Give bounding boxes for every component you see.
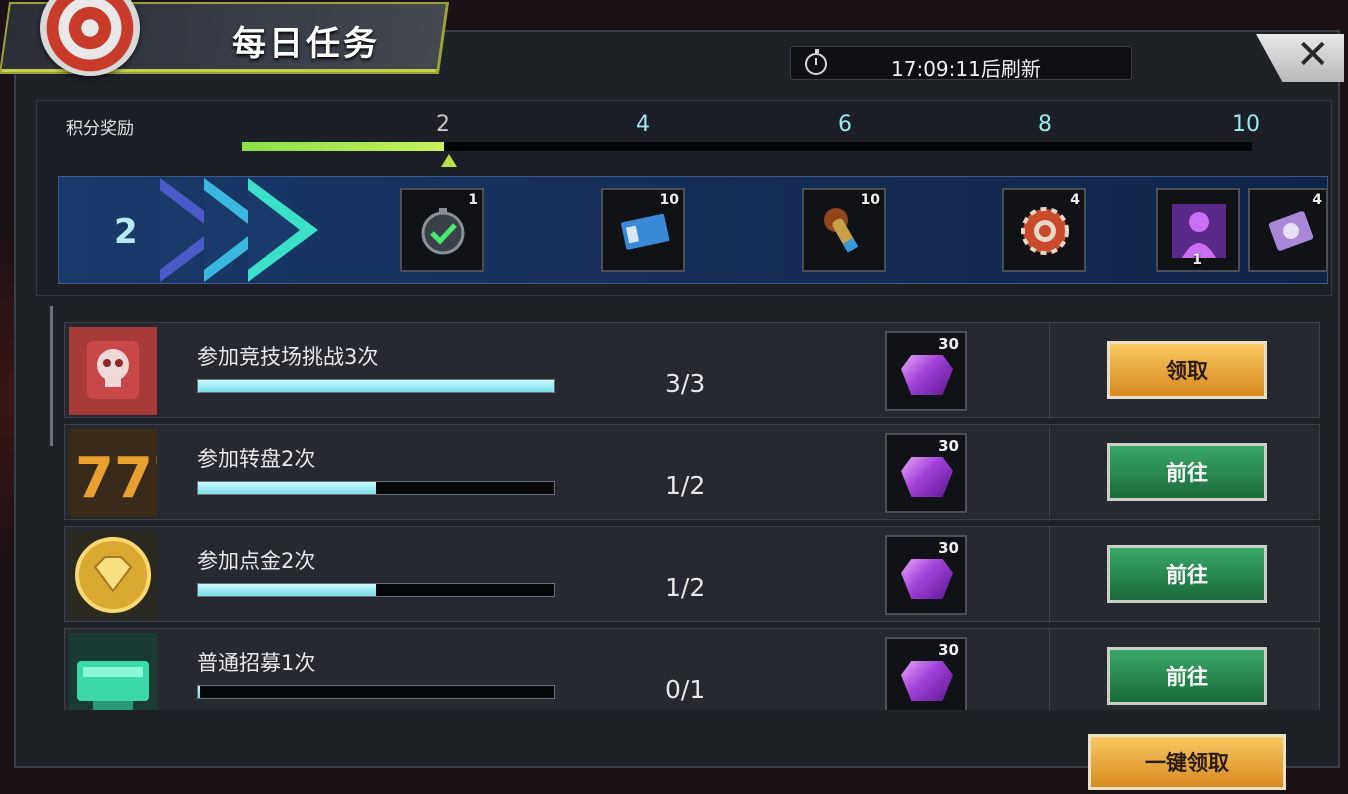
milestone-reward-item[interactable]: 10: [601, 188, 685, 272]
task-progress-fill: [198, 482, 376, 494]
reward-count: 10: [659, 192, 679, 208]
reward-count: 1: [1192, 252, 1202, 268]
go-button[interactable]: 前往: [1107, 647, 1267, 705]
casino-chip-icon: [1021, 207, 1069, 255]
reward-count: 1: [468, 192, 478, 208]
gold-diamond-coin-icon: [69, 531, 157, 619]
task-progress-count: 1/2: [665, 573, 706, 602]
recruit-altar-icon: [69, 633, 157, 710]
points-tick: 2: [436, 112, 450, 137]
task-reward[interactable]: 30: [885, 331, 967, 411]
task-name: 参加转盘2次: [197, 447, 316, 471]
claim-button[interactable]: 领取: [1107, 341, 1267, 399]
task-name: 普通招募1次: [197, 651, 316, 675]
current-points-marker: [441, 154, 457, 167]
points-progress-bar: [242, 142, 1252, 151]
stopwatch-check-icon: [421, 208, 465, 255]
task-list[interactable]: 参加竞技场挑战3次 3/3 30 领取 777 参加转盘2次 1/2 30 前往: [46, 304, 1334, 710]
divider: [1049, 323, 1050, 419]
purple-gem-icon: [901, 457, 953, 497]
task-name: 参加竞技场挑战3次: [197, 345, 379, 369]
points-progress-fill: [242, 142, 444, 151]
task-reward[interactable]: 30: [885, 637, 967, 710]
task-progress-count: 1/2: [665, 471, 706, 500]
reward-count: 30: [938, 335, 959, 353]
chevron-decoration: [248, 190, 300, 270]
points-reward-label: 积分奖励: [66, 119, 134, 139]
task-row: 普通招募1次 0/1 30 前往: [64, 628, 1320, 710]
task-list-scrollbar[interactable]: [50, 306, 53, 446]
task-row: 参加竞技场挑战3次 3/3 30 领取: [64, 322, 1320, 419]
refresh-timer: 17:09:11后刷新: [790, 46, 1132, 81]
points-tick: 4: [636, 112, 650, 137]
hero-silhouette-icon: [1172, 204, 1226, 258]
task-row: 参加点金2次 1/2 30 前往: [64, 526, 1320, 623]
task-row: 777 参加转盘2次 1/2 30 前往: [64, 424, 1320, 521]
milestone-reward-item[interactable]: 4: [1248, 188, 1328, 272]
close-icon[interactable]: ✕: [1296, 32, 1330, 78]
page-title: 每日任务: [232, 24, 380, 64]
slot-777-icon: 777: [69, 429, 157, 517]
points-tick: 8: [1038, 112, 1052, 137]
task-progress-count: 0/1: [665, 675, 706, 704]
milestone-reward-item[interactable]: 10: [802, 188, 886, 272]
purple-gem-icon: [901, 559, 953, 599]
task-progress-bar: [197, 379, 555, 393]
reward-count: 30: [938, 437, 959, 455]
task-progress-bar: [197, 583, 555, 597]
card-pack-icon: [1268, 211, 1314, 251]
reward-count: 4: [1070, 192, 1080, 208]
stopwatch-icon: [805, 49, 827, 75]
points-tick: 6: [838, 112, 852, 137]
current-points: 2: [114, 212, 138, 252]
purple-gem-icon: [901, 661, 953, 701]
task-progress-bar: [197, 685, 555, 699]
task-progress-bar: [197, 481, 555, 495]
refresh-timer-text: 17:09:11后刷新: [891, 57, 1041, 81]
divider: [1049, 629, 1050, 710]
divider: [1049, 425, 1050, 521]
skull-arena-icon: [69, 327, 157, 415]
claim-all-button[interactable]: 一键领取: [1088, 734, 1286, 790]
milestone-reward-item[interactable]: 1: [1156, 188, 1240, 272]
points-tick: 10: [1232, 112, 1260, 137]
cinema-ticket-icon: [621, 213, 670, 250]
task-reward[interactable]: 30: [885, 535, 967, 615]
go-button[interactable]: 前往: [1107, 443, 1267, 501]
milestone-reward-item[interactable]: 4: [1002, 188, 1086, 272]
task-progress-fill: [198, 584, 376, 596]
bullet-icon: [824, 208, 859, 253]
reward-count: 30: [938, 539, 959, 557]
purple-gem-icon: [901, 355, 953, 395]
reward-count: 4: [1312, 192, 1322, 208]
svg-text:777: 777: [75, 446, 157, 511]
task-progress-fill: [198, 380, 554, 392]
reward-count: 30: [938, 641, 959, 659]
task-progress-fill: [198, 686, 201, 698]
task-reward[interactable]: 30: [885, 433, 967, 513]
task-progress-count: 3/3: [665, 369, 706, 398]
task-name: 参加点金2次: [197, 549, 316, 573]
go-button[interactable]: 前往: [1107, 545, 1267, 603]
divider: [1049, 527, 1050, 623]
reward-count: 10: [860, 192, 880, 208]
milestone-reward-item[interactable]: 1: [400, 188, 484, 272]
